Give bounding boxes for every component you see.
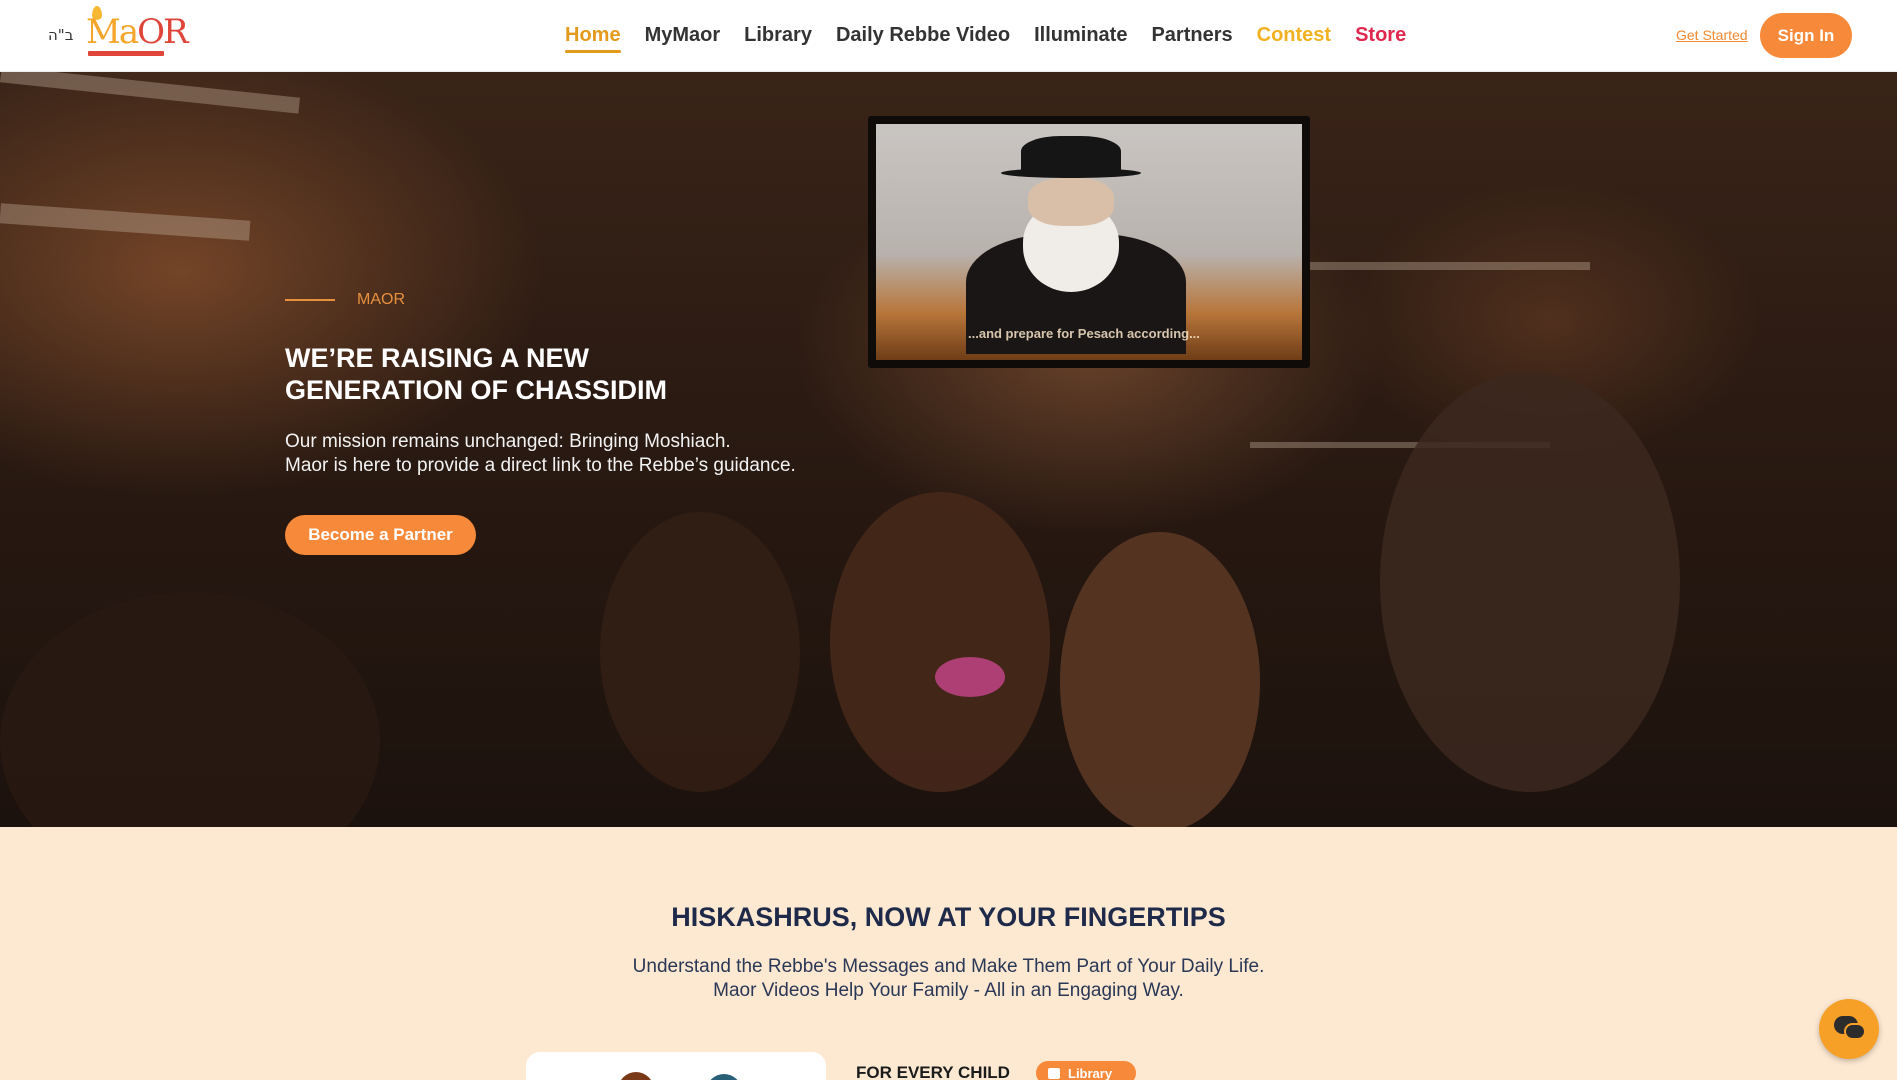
nav-contest[interactable]: Contest <box>1257 24 1331 53</box>
section-title: HISKASHRUS, NOW AT YOUR FINGERTIPS <box>671 902 1226 932</box>
bookshelf-decoration <box>0 203 251 241</box>
bh-label: ב"ה <box>48 26 74 44</box>
chat-bubble-front-icon <box>1844 1023 1866 1040</box>
hero-content: MAOR WE’RE RAISING A NEW GENERATION OF C… <box>285 72 985 827</box>
main-nav: Home MyMaor Library Daily Rebbe Video Il… <box>565 24 1430 53</box>
section-subtitle-line-2: Maor Videos Help Your Family - All in an… <box>713 980 1184 1001</box>
eyebrow-line <box>285 299 335 301</box>
hero-description-line-1: Our mission remains unchanged: Bringing … <box>285 431 731 452</box>
logo-wordmark: MaOR <box>86 12 189 52</box>
nav-library[interactable]: Library <box>744 24 812 53</box>
hero-title: WE’RE RAISING A NEW GENERATION OF CHASSI… <box>285 343 668 405</box>
hero-eyebrow: MAOR <box>357 291 405 308</box>
chat-button[interactable] <box>1819 999 1879 1059</box>
nav-daily-rebbe-video[interactable]: Daily Rebbe Video <box>836 24 1010 53</box>
cabinet-decoration <box>1310 262 1590 270</box>
feature-card[interactable] <box>526 1052 826 1080</box>
sign-in-button[interactable]: Sign In <box>1760 13 1852 58</box>
audience-head <box>1380 372 1680 792</box>
audience-head <box>1060 532 1260 827</box>
bookshelf-decoration <box>0 72 301 114</box>
library-badge-label: Library <box>1068 1065 1113 1080</box>
nav-illuminate[interactable]: Illuminate <box>1034 24 1127 53</box>
hero-banner: ...and prepare for Pesach according... M… <box>0 72 1897 827</box>
site-header: ב"ה MaOR Home MyMaor Library Daily Rebbe… <box>0 0 1897 72</box>
hiskashrus-section: HISKASHRUS, NOW AT YOUR FINGERTIPS Under… <box>0 827 1897 1080</box>
section-subtitle-line-1: Understand the Rebbe's Messages and Make… <box>632 956 1265 977</box>
tv-figure-face <box>1028 178 1114 226</box>
nav-partners[interactable]: Partners <box>1151 24 1232 53</box>
logo-tagline-bar <box>88 51 164 56</box>
section-subtitle: Understand the Rebbe's Messages and Make… <box>0 955 1897 1003</box>
avatar <box>706 1074 742 1080</box>
nav-store[interactable]: Store <box>1355 24 1406 53</box>
maor-logo[interactable]: MaOR <box>86 6 189 60</box>
become-partner-button[interactable]: Become a Partner <box>285 515 476 555</box>
get-started-link[interactable]: Get Started <box>1676 27 1748 43</box>
tv-figure-hat <box>1021 136 1121 174</box>
feature-heading: FOR EVERY CHILD <box>856 1063 1010 1080</box>
tv-caption: ...and prepare for Pesach according... <box>968 326 1200 341</box>
avatar <box>618 1072 654 1080</box>
nav-mymaor[interactable]: MyMaor <box>645 24 721 53</box>
hero-description-line-2: Maor is here to provide a direct link to… <box>285 455 796 476</box>
library-icon <box>1048 1067 1060 1079</box>
library-badge[interactable]: Library <box>1036 1061 1136 1080</box>
hero-description: Our mission remains unchanged: Bringing … <box>285 430 796 478</box>
nav-home[interactable]: Home <box>565 24 621 53</box>
